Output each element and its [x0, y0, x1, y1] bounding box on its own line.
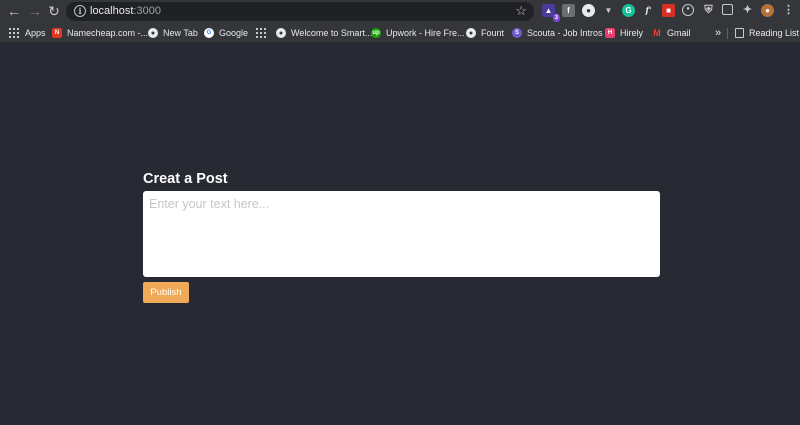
bookmarks-overflow-button[interactable]: »	[715, 26, 721, 40]
bookmark-gmail[interactable]: M Gmail	[652, 26, 690, 40]
bookmark-hirely[interactable]: H Hirely	[605, 26, 643, 40]
extension-purple-icon[interactable]: ▲ 3	[542, 4, 560, 22]
reload-icon[interactable]: ↻	[46, 3, 62, 19]
site-info-icon[interactable]: i	[74, 5, 86, 17]
circle-extension-icon[interactable]: ●	[582, 4, 595, 17]
bookmark-fount[interactable]: ● Fount	[466, 26, 504, 40]
extensions-puzzle-icon[interactable]: ✦	[741, 4, 754, 17]
bookmark-grid[interactable]	[256, 26, 272, 40]
target-extension-icon[interactable]: ●	[682, 4, 694, 16]
bookmark-star-icon[interactable]: ☆	[515, 3, 527, 19]
apps-grid-icon	[9, 28, 19, 38]
facebook-extension-icon[interactable]: f	[562, 4, 575, 17]
bookmarks-divider	[727, 28, 728, 39]
bookmark-new-tab[interactable]: ● New Tab	[148, 26, 198, 40]
font-extension-icon[interactable]: f'	[642, 4, 655, 17]
globe-icon: ●	[148, 28, 158, 38]
reading-list-button[interactable]: Reading List	[735, 26, 799, 40]
post-text-input[interactable]	[143, 191, 660, 277]
upwork-icon: up	[371, 28, 381, 38]
shield-extension-icon[interactable]: ⛨	[702, 4, 715, 17]
bookmark-google[interactable]: G Google	[204, 26, 248, 40]
grid-icon	[256, 28, 266, 38]
address-bar[interactable]: i localhost:3000 ☆	[66, 2, 534, 21]
bookmark-namecheap[interactable]: N Namecheap.com -...	[52, 26, 148, 40]
scouta-icon: S	[512, 28, 522, 38]
bookmark-apps[interactable]: Apps	[9, 26, 46, 40]
bookmark-welcome-smart[interactable]: ● Welcome to Smart...	[276, 26, 372, 40]
page-title: Creat a Post	[143, 171, 228, 187]
profile-avatar-icon[interactable]: ●	[761, 4, 774, 17]
globe-icon: ●	[466, 28, 476, 38]
vue-extension-icon[interactable]: ▼	[602, 4, 615, 17]
hirely-icon: H	[605, 28, 615, 38]
red-extension-icon[interactable]: ■	[662, 4, 675, 17]
back-arrow-icon[interactable]: ←	[6, 3, 22, 19]
bookmark-upwork[interactable]: up Upwork - Hire Fre...	[371, 26, 465, 40]
browser-toolbar: ← → ↻ i localhost:3000 ☆ ▲ 3 f ● ▼ G f' ■…	[0, 0, 800, 23]
menu-kebab-icon[interactable]: ⋮	[782, 4, 795, 17]
google-icon: G	[204, 28, 214, 38]
bookmarks-bar: Apps N Namecheap.com -... ● New Tab G Go…	[0, 23, 800, 43]
url-text[interactable]: localhost:3000	[90, 5, 161, 18]
globe-icon: ●	[276, 28, 286, 38]
reading-list-icon	[735, 28, 744, 38]
screenshot-extension-icon[interactable]	[722, 4, 733, 15]
publish-button[interactable]: Publish	[143, 282, 189, 303]
gmail-icon: M	[653, 28, 661, 38]
forward-arrow-icon[interactable]: →	[27, 3, 43, 19]
namecheap-icon: N	[52, 28, 62, 38]
grammarly-icon[interactable]: G	[622, 4, 635, 17]
bookmark-scouta[interactable]: S Scouta - Job Intros	[512, 26, 603, 40]
